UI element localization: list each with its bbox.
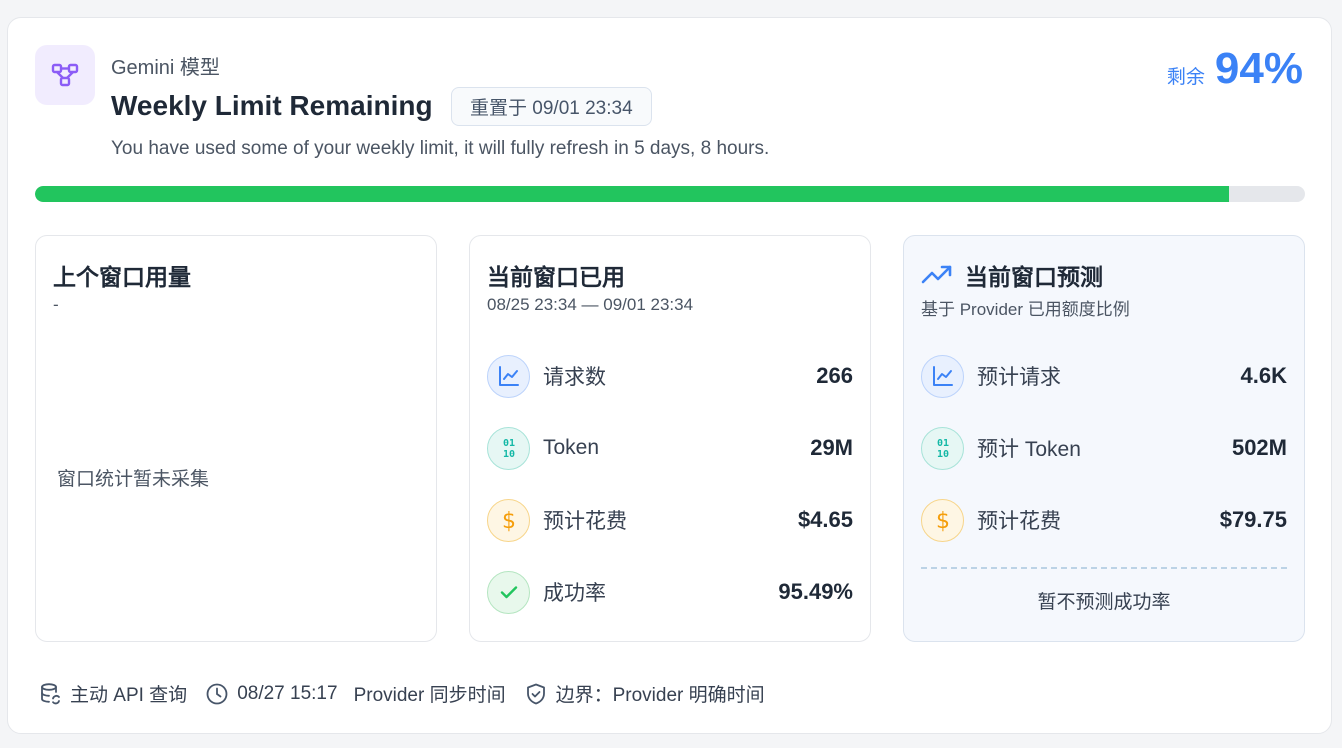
footer-sync-label: Provider 同步时间	[353, 685, 506, 706]
stat-row-cost: $ 预计花费 $4.65	[487, 498, 853, 542]
forecast-row-cost: $ 预计花费 $79.75	[921, 498, 1287, 542]
forecast-footer-note: 暂不预测成功率	[1037, 592, 1171, 613]
remaining-indicator: 剩余 94%	[1167, 44, 1303, 94]
dollar-icon: $	[921, 498, 964, 542]
stat-label: 预计请求	[977, 366, 1061, 389]
current-window-title: 当前窗口已用	[487, 264, 625, 290]
provider-name: Gemini 模型	[111, 57, 220, 79]
stat-label: Token	[543, 436, 600, 459]
forecast-window-subtitle: 基于 Provider 已用额度比例	[921, 300, 1130, 319]
shield-check-icon	[524, 682, 548, 706]
svg-text:10: 10	[936, 449, 948, 460]
line-chart-icon	[487, 354, 530, 398]
previous-window-subtitle: -	[53, 295, 59, 314]
card-footer: 主动 API 查询 08/27 15:17 Provider 同步时间 边界：P…	[38, 680, 765, 707]
binary-icon: 01 10	[487, 426, 530, 470]
provider-logo	[35, 45, 95, 105]
check-icon	[487, 570, 530, 614]
forecast-window-title-text: 当前窗口预测	[965, 264, 1103, 290]
previous-window-title: 上个窗口用量	[53, 264, 191, 290]
remaining-progress-bar	[35, 186, 1305, 202]
page-title: Weekly Limit Remaining	[111, 90, 433, 121]
stat-value: 266	[816, 363, 853, 388]
database-sync-icon	[38, 682, 62, 706]
forecast-row-requests: 预计请求 4.6K	[921, 354, 1287, 398]
stat-label: 请求数	[543, 366, 606, 389]
footer-sync-time: 08/27 15:17	[237, 682, 338, 704]
stat-value: $4.65	[797, 507, 853, 532]
current-window-panel: 当前窗口已用 08/25 23:34 — 09/01 23:34 请求数 266…	[469, 235, 871, 642]
stat-value: 502M	[1231, 435, 1287, 460]
model-network-icon	[51, 63, 79, 87]
stat-value: 29M	[810, 435, 853, 460]
trending-up-icon	[921, 265, 952, 284]
svg-text:$: $	[502, 509, 516, 533]
previous-window-empty-text: 窗口统计暂未采集	[57, 469, 210, 490]
reset-time-badge: 重置于 09/01 23:34	[451, 87, 652, 126]
forecast-window-panel: 当前窗口预测 基于 Provider 已用额度比例 预计请求 4.6K 01 10…	[903, 235, 1305, 642]
svg-text:10: 10	[502, 449, 514, 460]
progress-fill	[35, 186, 1229, 202]
stat-value: 4.6K	[1240, 363, 1287, 388]
stat-label: 预计花费	[977, 510, 1061, 533]
dashed-divider	[921, 567, 1287, 569]
previous-window-panel: 上个窗口用量 - 窗口统计暂未采集	[35, 235, 437, 642]
footer-boundary: 边界：Provider 明确时间	[555, 685, 765, 706]
svg-text:01: 01	[936, 438, 948, 449]
remaining-label: 剩余	[1166, 67, 1205, 88]
stat-value: $79.75	[1219, 507, 1287, 532]
dollar-icon: $	[487, 498, 530, 542]
usage-description: You have used some of your weekly limit,…	[111, 138, 770, 159]
stat-label: 预计花费	[543, 510, 627, 533]
clock-icon	[205, 682, 229, 706]
svg-text:$: $	[936, 509, 950, 533]
binary-icon: 01 10	[921, 426, 964, 470]
svg-text:01: 01	[502, 438, 514, 449]
forecast-row-token: 01 10 预计 Token 502M	[921, 426, 1287, 470]
stat-row-success-rate: 成功率 95.49%	[487, 570, 853, 614]
stat-row-token: 01 10 Token 29M	[487, 426, 853, 470]
line-chart-icon	[921, 354, 964, 398]
quota-card: Gemini 模型 Weekly Limit Remaining 重置于 09/…	[7, 17, 1332, 734]
forecast-window-title: 当前窗口预测	[921, 258, 1103, 292]
stat-value: 95.49%	[778, 579, 853, 604]
stat-label: 成功率	[543, 582, 606, 605]
stat-row-requests: 请求数 266	[487, 354, 853, 398]
stat-label: 预计 Token	[977, 438, 1081, 461]
remaining-value: 94%	[1214, 44, 1303, 93]
footer-source: 主动 API 查询	[70, 685, 188, 706]
current-window-range: 08/25 23:34 — 09/01 23:34	[487, 295, 694, 314]
